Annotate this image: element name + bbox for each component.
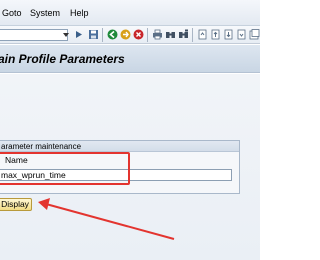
group-title: arameter maintenance	[1, 142, 82, 151]
back-icon[interactable]	[107, 29, 118, 40]
dropdown-icon[interactable]	[63, 30, 69, 40]
annotation-highlight-box	[0, 152, 130, 185]
find-next-icon[interactable]	[178, 29, 189, 40]
menu-help[interactable]: Help	[70, 8, 89, 18]
standard-toolbar	[0, 26, 260, 44]
enter-icon[interactable]	[74, 29, 85, 40]
last-page-icon[interactable]	[236, 29, 247, 40]
first-page-icon[interactable]	[197, 29, 208, 40]
previous-page-icon[interactable]	[210, 29, 221, 40]
find-icon[interactable]	[165, 29, 176, 40]
save-icon[interactable]	[88, 29, 99, 40]
menu-system[interactable]: System	[30, 8, 60, 18]
print-icon[interactable]	[152, 29, 163, 40]
menu-goto[interactable]: Goto	[2, 8, 22, 18]
command-field[interactable]	[0, 29, 68, 41]
menu-bar: Goto System Help	[0, 0, 260, 26]
page-title: ain Profile Parameters	[0, 52, 125, 66]
display-button[interactable]: Display	[0, 198, 32, 211]
title-bar: ain Profile Parameters	[0, 45, 260, 73]
next-page-icon[interactable]	[223, 29, 234, 40]
group-header: arameter maintenance	[0, 141, 239, 152]
cancel-icon[interactable]	[133, 29, 144, 40]
new-session-icon[interactable]	[249, 29, 260, 40]
exit-icon[interactable]	[120, 29, 131, 40]
